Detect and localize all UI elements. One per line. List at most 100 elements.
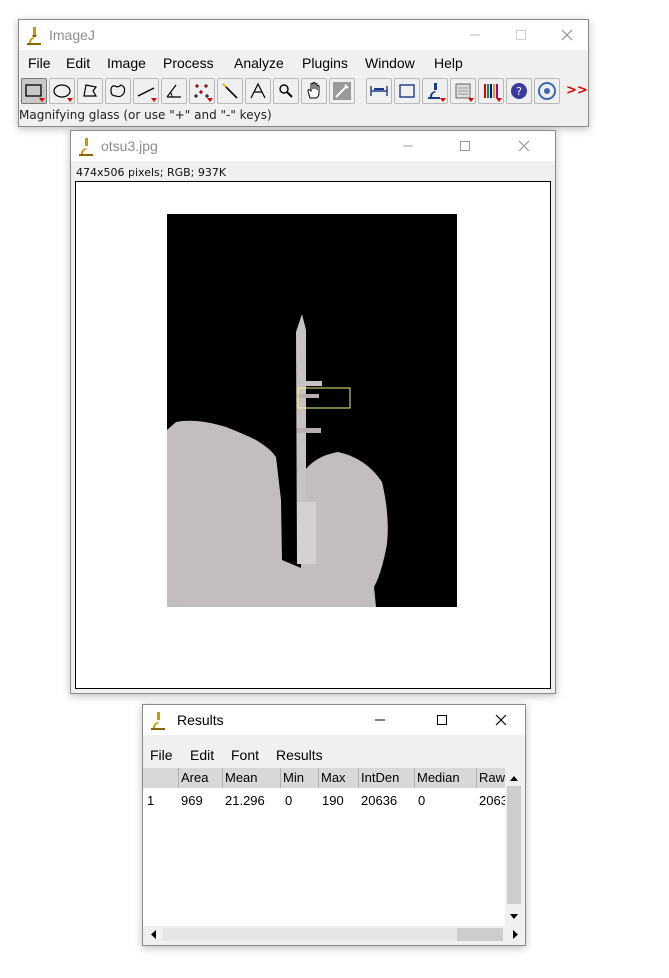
maximize-button[interactable] — [419, 705, 465, 735]
column-header-rawintden[interactable]: RawIntDen — [477, 768, 505, 788]
cell-max: 190 — [322, 793, 344, 808]
line-tool[interactable] — [133, 78, 159, 104]
measure-bar-tool[interactable] — [366, 78, 392, 104]
rectangle-tool[interactable] — [21, 78, 47, 104]
results-window: Results File Edit Font Results Area Mean… — [142, 704, 526, 946]
help-icon: ? — [511, 83, 527, 99]
close-icon — [518, 140, 530, 152]
menu-process[interactable]: Process — [163, 55, 214, 71]
vertical-scrollbar[interactable] — [505, 768, 523, 926]
imagej-titlebar[interactable]: ImageJ — [19, 20, 588, 50]
cell-median: 0 — [418, 793, 426, 808]
menu-results[interactable]: Results — [276, 747, 323, 763]
column-header-row-number[interactable] — [143, 768, 179, 788]
cell-min: 0 — [285, 793, 293, 808]
lut-refresh-tool[interactable] — [534, 78, 560, 104]
cell-area: 969 — [181, 793, 203, 808]
svg-text:?: ? — [516, 85, 522, 98]
oval-tool[interactable] — [49, 78, 75, 104]
close-button[interactable] — [478, 705, 524, 735]
text-icon — [250, 82, 266, 99]
close-icon — [495, 714, 507, 726]
column-header-max[interactable]: Max — [319, 768, 359, 788]
scroll-down-arrow-icon[interactable] — [505, 908, 523, 924]
more-tools-button[interactable]: >> — [562, 78, 588, 104]
window-title: otsu3.jpg — [101, 138, 158, 154]
imagej-microscope-icon — [151, 712, 165, 730]
menu-plugins[interactable]: Plugins — [302, 55, 348, 71]
cell-rawintden: 20636 — [479, 793, 505, 808]
hand-tool[interactable] — [301, 78, 327, 104]
maximize-icon — [460, 141, 470, 151]
angle-icon — [166, 84, 181, 98]
horizontal-scroll-thumb[interactable] — [457, 928, 503, 941]
measure-bar-icon — [370, 86, 388, 96]
maximize-icon — [437, 715, 447, 725]
color-bars-tool[interactable] — [478, 78, 504, 104]
status-bar: Magnifying glass (or use "+" and "-" key… — [19, 108, 272, 122]
maximize-button[interactable] — [442, 131, 488, 161]
cell-mean: 21.296 — [225, 793, 265, 808]
column-header-mean[interactable]: Mean — [223, 768, 281, 788]
menu-analyze[interactable]: Analyze — [234, 55, 284, 71]
close-icon — [561, 29, 573, 41]
lut-tool[interactable] — [450, 78, 476, 104]
maximize-button[interactable] — [498, 20, 544, 50]
minimize-button[interactable] — [357, 705, 403, 735]
window-title: Results — [177, 712, 224, 728]
scroll-up-arrow-icon[interactable] — [505, 770, 523, 786]
minimize-button[interactable] — [452, 20, 498, 50]
polygon-icon — [83, 84, 98, 97]
more-tools-label: >> — [566, 83, 588, 98]
maximize-icon — [516, 30, 526, 40]
results-titlebar[interactable]: Results — [143, 705, 525, 735]
minimize-button[interactable] — [385, 131, 431, 161]
menu-edit[interactable]: Edit — [190, 747, 214, 763]
menu-image[interactable]: Image — [107, 55, 146, 71]
menu-help[interactable]: Help — [434, 55, 463, 71]
freehand-tool[interactable] — [105, 78, 131, 104]
magnifying-glass-tool[interactable] — [273, 78, 299, 104]
magnifying-glass-icon — [279, 84, 293, 98]
menu-window[interactable]: Window — [365, 55, 415, 71]
column-header-area[interactable]: Area — [179, 768, 223, 788]
lut-refresh-icon — [538, 82, 556, 100]
polygon-tool[interactable] — [77, 78, 103, 104]
scroll-right-arrow-icon[interactable] — [507, 926, 523, 943]
angle-tool[interactable] — [161, 78, 187, 104]
scroll-left-arrow-icon[interactable] — [145, 926, 161, 943]
minimize-icon — [375, 719, 385, 721]
horizontal-scrollbar[interactable] — [143, 926, 523, 943]
column-header-intden[interactable]: IntDen — [359, 768, 415, 788]
cell-intden: 20636 — [361, 793, 398, 808]
image-titlebar[interactable]: otsu3.jpg — [71, 131, 555, 161]
menu-file[interactable]: File — [28, 55, 51, 71]
menu-font[interactable]: Font — [231, 747, 259, 763]
image-info: 474x506 pixels; RGB; 937K — [76, 166, 227, 179]
close-button[interactable] — [544, 20, 590, 50]
menu-file[interactable]: File — [150, 747, 173, 763]
horizontal-scroll-track[interactable] — [163, 928, 457, 941]
thresholded-image — [167, 214, 457, 607]
freehand-icon — [110, 84, 126, 98]
table-row-index: 1 — [147, 793, 155, 808]
menu-edit[interactable]: Edit — [66, 55, 90, 71]
window-title: ImageJ — [49, 27, 95, 43]
rectangle-outline-tool[interactable] — [394, 78, 420, 104]
imagej-main-window: ImageJ File Edit Image Process Analyze P… — [18, 19, 589, 127]
wand-tool[interactable] — [217, 78, 243, 104]
results-table: Area Mean Min Max IntDen Median RawIntDe… — [143, 768, 505, 926]
close-button[interactable] — [501, 131, 547, 161]
image-canvas[interactable] — [75, 181, 551, 689]
column-header-min[interactable]: Min — [281, 768, 319, 788]
color-picker-icon — [333, 82, 351, 100]
color-picker-tool[interactable] — [329, 78, 355, 104]
column-header-median[interactable]: Median — [415, 768, 477, 788]
help-tool[interactable]: ? — [506, 78, 532, 104]
wand-icon — [222, 83, 238, 99]
vertical-scroll-thumb[interactable] — [507, 786, 521, 904]
multi-point-tool[interactable] — [189, 78, 215, 104]
microscope-tool[interactable] — [422, 78, 448, 104]
results-menubar: File Edit Font Results — [143, 745, 525, 767]
text-tool[interactable] — [245, 78, 271, 104]
